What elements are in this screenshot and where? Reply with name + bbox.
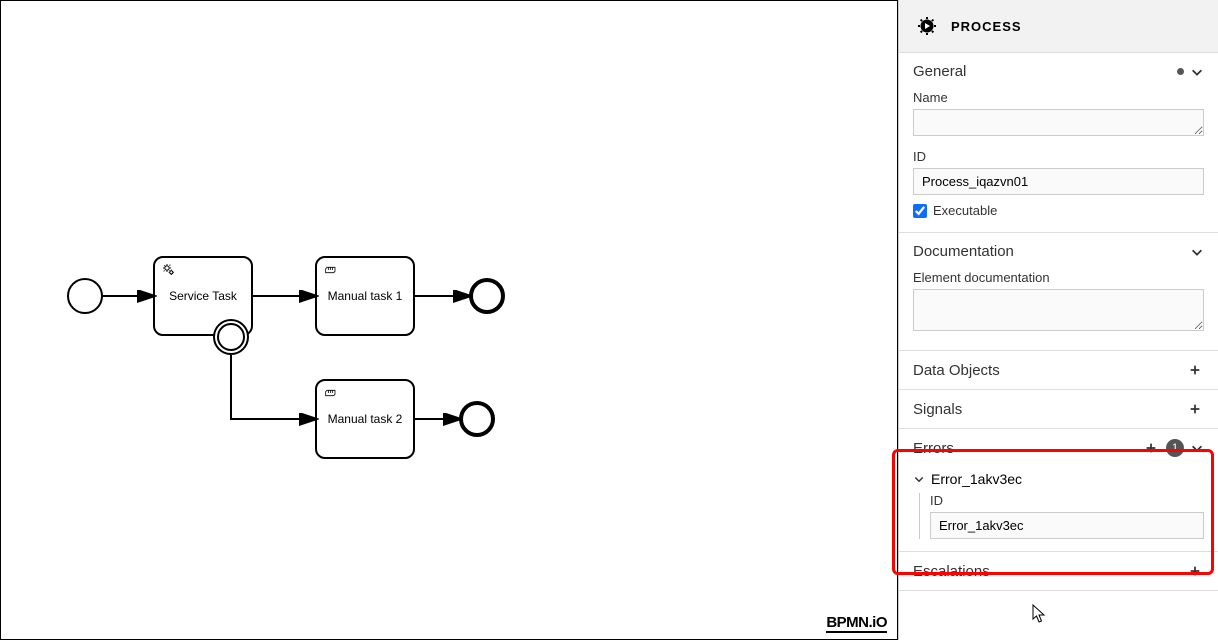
group-escalations-header[interactable]: Escalations	[899, 552, 1218, 590]
executable-label: Executable	[933, 203, 997, 218]
flow-boundary-to-manual2	[231, 355, 315, 419]
name-input[interactable]	[913, 109, 1204, 136]
hand-icon	[323, 262, 339, 278]
add-signal-button[interactable]	[1186, 400, 1204, 418]
group-title: Signals	[913, 401, 1180, 418]
end-event-2[interactable]	[459, 401, 495, 437]
group-title: Documentation	[913, 243, 1184, 260]
properties-panel: PROCESS General Name ID Executable	[898, 0, 1218, 640]
executable-checkbox[interactable]	[913, 204, 927, 218]
plus-icon	[1188, 363, 1202, 377]
element-doc-label: Element documentation	[913, 270, 1204, 285]
group-documentation-header[interactable]: Documentation	[899, 233, 1218, 270]
task-label: Service Task	[169, 289, 237, 303]
error-id-input[interactable]	[930, 512, 1204, 539]
panel-title: PROCESS	[951, 19, 1022, 34]
diagram-canvas[interactable]: Service Task Manual task 1 Manual task 2	[0, 0, 898, 640]
group-signals: Signals	[899, 390, 1218, 429]
bpmn-logo: BPMN.iO	[826, 614, 887, 633]
process-icon	[915, 14, 939, 38]
task-label: Manual task 1	[328, 289, 403, 303]
panel-header: PROCESS	[899, 0, 1218, 53]
id-input[interactable]	[913, 168, 1204, 195]
id-label: ID	[913, 149, 1204, 164]
group-title: Data Objects	[913, 362, 1180, 379]
error-list-item: Error_1akv3ec ID	[899, 467, 1218, 551]
end-event-1[interactable]	[469, 278, 505, 314]
add-escalation-button[interactable]	[1186, 562, 1204, 580]
hand-icon	[323, 385, 339, 401]
chevron-down-icon	[913, 473, 925, 485]
error-item-header[interactable]: Error_1akv3ec	[913, 467, 1204, 493]
chevron-down-icon	[1190, 65, 1204, 79]
group-signals-header[interactable]: Signals	[899, 390, 1218, 428]
group-title: Escalations	[913, 563, 1180, 580]
plus-icon	[1188, 402, 1202, 416]
group-general-header[interactable]: General	[899, 53, 1218, 90]
mouse-cursor	[1032, 604, 1048, 624]
gear-icon	[161, 262, 177, 278]
manual-task-2-node[interactable]: Manual task 2	[315, 379, 415, 459]
plus-icon	[1144, 441, 1158, 455]
group-data-objects: Data Objects	[899, 351, 1218, 390]
group-errors-header[interactable]: Errors 1	[899, 429, 1218, 467]
error-item-name: Error_1akv3ec	[931, 471, 1022, 487]
name-label: Name	[913, 90, 1204, 105]
group-errors: Errors 1 Error_1akv3ec ID	[899, 429, 1218, 552]
add-data-object-button[interactable]	[1186, 361, 1204, 379]
group-general: General Name ID Executable	[899, 53, 1218, 233]
chevron-down-icon	[1190, 441, 1204, 455]
group-title: Errors	[913, 440, 1136, 457]
start-event[interactable]	[67, 278, 103, 314]
group-documentation: Documentation Element documentation	[899, 233, 1218, 351]
add-error-button[interactable]	[1142, 439, 1160, 457]
task-label: Manual task 2	[328, 412, 403, 426]
error-id-label: ID	[930, 493, 1204, 508]
group-data-objects-header[interactable]: Data Objects	[899, 351, 1218, 389]
boundary-event[interactable]	[213, 319, 249, 355]
group-escalations: Escalations	[899, 552, 1218, 591]
chevron-down-icon	[1190, 245, 1204, 259]
modified-dot-icon	[1177, 68, 1184, 75]
errors-count-badge: 1	[1166, 439, 1184, 457]
plus-icon	[1188, 564, 1202, 578]
group-title: General	[913, 63, 1171, 80]
manual-task-1-node[interactable]: Manual task 1	[315, 256, 415, 336]
element-doc-input[interactable]	[913, 289, 1204, 331]
